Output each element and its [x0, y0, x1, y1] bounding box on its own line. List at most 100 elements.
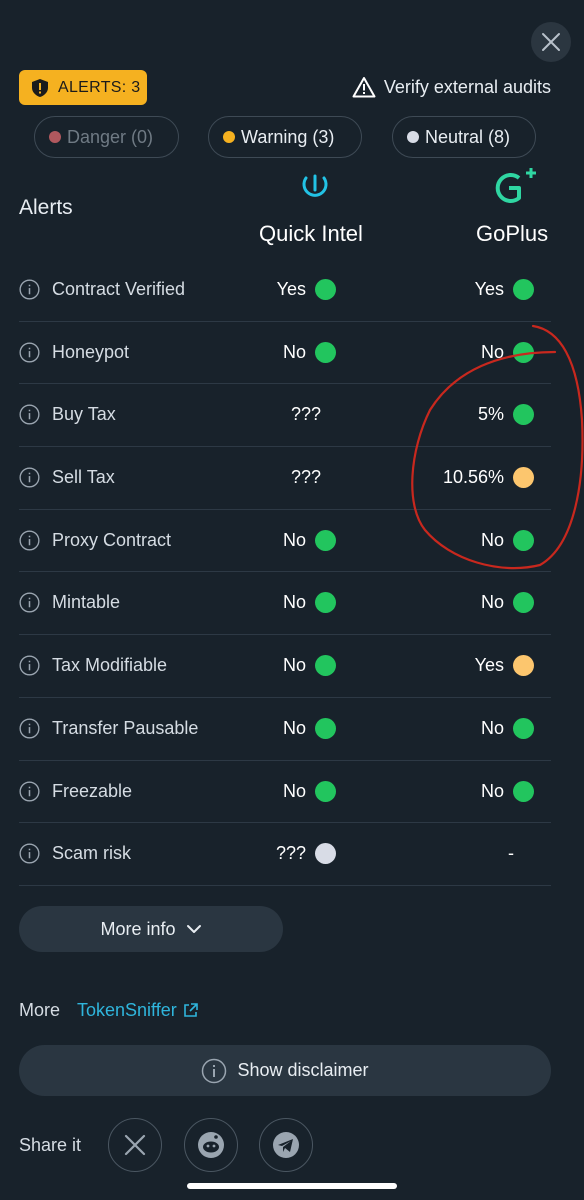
row-label: Proxy Contract — [52, 529, 172, 550]
status-dot-green — [513, 592, 534, 614]
status-dot-green — [513, 780, 534, 802]
quick-intel-value: No — [282, 780, 336, 802]
value-text: No — [282, 341, 306, 362]
telegram-icon — [273, 1132, 299, 1158]
external-link-icon — [183, 1003, 198, 1017]
row-scam-risk: Scam risk??? - — [19, 823, 551, 886]
status-dot-green — [315, 592, 336, 614]
status-dot-green — [513, 717, 534, 739]
info-icon[interactable] — [19, 467, 40, 488]
goplus-value: 5% — [477, 404, 534, 426]
info-icon[interactable] — [19, 655, 40, 676]
info-icon[interactable] — [19, 530, 40, 551]
value-text: No — [282, 655, 306, 676]
warning-triangle-icon — [352, 77, 376, 98]
status-dot-green — [513, 279, 534, 300]
verify-label: Verify external audits — [383, 76, 551, 97]
share-label: Share it — [19, 1135, 82, 1155]
status-dot-green — [315, 655, 336, 677]
info-icon[interactable] — [19, 342, 40, 363]
status-dot-green — [315, 717, 336, 739]
goplus-value: 10.56% — [442, 467, 534, 489]
more-label: More — [19, 1000, 61, 1020]
alerts-heading: Alerts — [19, 196, 73, 219]
goplus-value: No — [480, 717, 534, 739]
value-text: No — [480, 592, 504, 613]
shield-alert-icon — [32, 78, 48, 97]
goplus-value: No — [481, 780, 534, 802]
status-dot-gray — [315, 843, 336, 865]
info-icon[interactable] — [19, 404, 40, 425]
value-text: ??? — [275, 843, 306, 864]
row-label: Freezable — [52, 780, 133, 801]
value-text: No — [282, 780, 306, 801]
x-logo-icon — [124, 1134, 146, 1156]
value-text: No — [282, 529, 306, 550]
value-text: Yes — [474, 279, 504, 299]
value-text: Yes — [474, 655, 504, 676]
value-text: 5% — [477, 404, 504, 425]
row-tax-modifiable: Tax Modifiable No Yes — [19, 635, 551, 698]
status-dot-green — [513, 529, 534, 551]
warning-dot — [223, 131, 235, 143]
quick-intel-value: No — [282, 341, 336, 363]
quick-intel-value: No — [283, 717, 336, 739]
alerts-badge-label: ALERTS: 3 — [58, 78, 141, 96]
row-label: Honeypot — [52, 341, 130, 362]
value-text: - — [508, 843, 514, 864]
filter-neutral-chip[interactable]: Neutral (8) — [392, 116, 536, 158]
share-telegram-button[interactable] — [259, 1118, 313, 1172]
goplus-logo — [495, 168, 536, 203]
row-transfer-pausable: Transfer Pausable No No — [19, 698, 551, 761]
goplus-value: No — [481, 529, 534, 551]
quick-intel-value: ??? — [291, 467, 321, 488]
status-dot-green — [513, 341, 534, 363]
info-icon[interactable] — [19, 780, 40, 802]
filter-danger-chip[interactable]: Danger (0) — [34, 116, 179, 158]
quick-intel-value: ??? — [291, 404, 321, 425]
quick-intel-value: Yes — [277, 279, 336, 300]
info-icon[interactable] — [19, 843, 40, 864]
row-label: Contract Verified — [52, 279, 186, 299]
value-text: No — [282, 592, 306, 613]
status-dot-yellow — [513, 467, 534, 489]
more-info-button[interactable]: More info — [19, 906, 283, 952]
share-reddit-button[interactable] — [184, 1118, 238, 1172]
row-proxy-contract: Proxy Contract No No — [19, 510, 551, 573]
row-mintable: Mintable No No — [19, 572, 551, 636]
goplus-value: Yes — [474, 655, 534, 677]
goplus-value: Yes — [475, 279, 534, 300]
danger-dot — [49, 131, 61, 143]
close-icon — [542, 33, 560, 51]
value-text: Yes — [276, 279, 306, 299]
quick-intel-logo — [302, 174, 328, 197]
row-contract-verified: Contract Verified Yes Yes — [19, 259, 551, 322]
value-text: No — [480, 717, 504, 738]
row-label: Tax Modifiable — [52, 655, 168, 676]
more-info-label: More info — [100, 918, 176, 939]
provider-goplus: GoPlus — [476, 221, 549, 246]
status-dot-green — [315, 529, 336, 551]
show-disclaimer-button[interactable]: Show disclaimer — [19, 1045, 551, 1096]
filter-warning-chip[interactable]: Warning (3) — [208, 116, 362, 158]
value-text: No — [480, 341, 504, 362]
status-dot-green — [315, 279, 336, 300]
info-icon[interactable] — [19, 592, 40, 613]
provider-quick-intel: Quick Intel — [259, 221, 363, 246]
share-x-button[interactable] — [108, 1118, 162, 1172]
filter-neutral-label: Neutral (8) — [425, 126, 511, 147]
close-button[interactable] — [531, 22, 571, 62]
value-text: 10.56% — [442, 467, 504, 488]
chevron-down-icon — [186, 925, 201, 933]
tokensniffer-link[interactable]: TokenSniffer — [77, 1000, 198, 1021]
row-freezable: Freezable No No — [19, 761, 551, 824]
tokensniffer-label: TokenSniffer — [77, 1000, 177, 1020]
info-icon — [202, 1058, 227, 1083]
verify-external-audits-link[interactable]: Verify external audits — [352, 75, 551, 99]
quick-intel-value: No — [282, 592, 336, 614]
goplus-value: No — [480, 592, 534, 614]
status-dot-yellow — [513, 655, 534, 677]
info-icon[interactable] — [19, 718, 40, 739]
info-icon[interactable] — [19, 279, 40, 300]
reddit-icon — [198, 1132, 224, 1158]
